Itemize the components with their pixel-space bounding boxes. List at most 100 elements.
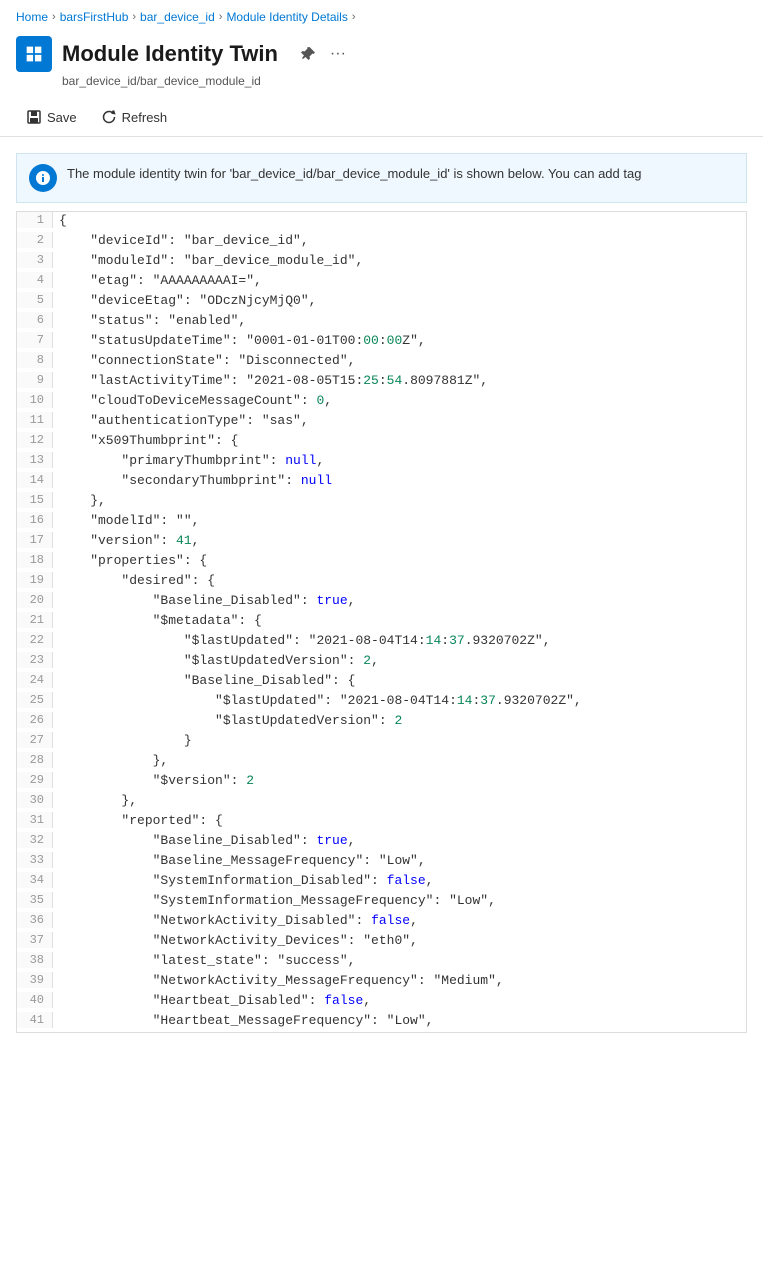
code-line: 21 "$metadata": { (17, 612, 746, 632)
code-editor[interactable]: 1{2 "deviceId": "bar_device_id",3 "modul… (16, 211, 747, 1033)
line-content: "Heartbeat_Disabled": false, (53, 992, 746, 1009)
line-content: "Baseline_Disabled": true, (53, 832, 746, 849)
line-number: 7 (17, 332, 53, 348)
code-line: 1{ (17, 212, 746, 232)
line-number: 16 (17, 512, 53, 528)
line-number: 2 (17, 232, 53, 248)
code-line: 19 "desired": { (17, 572, 746, 592)
line-number: 22 (17, 632, 53, 648)
line-number: 3 (17, 252, 53, 268)
line-content: "statusUpdateTime": "0001-01-01T00:00:00… (53, 332, 746, 349)
line-content: "$lastUpdated": "2021-08-04T14:14:37.932… (53, 632, 746, 649)
line-content: "version": 41, (53, 532, 746, 549)
info-message: The module identity twin for 'bar_device… (67, 164, 641, 184)
page-subtitle: bar_device_id/bar_device_module_id (0, 74, 763, 98)
code-line: 30 }, (17, 792, 746, 812)
line-number: 14 (17, 472, 53, 488)
line-content: { (53, 212, 746, 229)
page-title: Module Identity Twin (62, 41, 278, 67)
code-line: 18 "properties": { (17, 552, 746, 572)
code-line: 10 "cloudToDeviceMessageCount": 0, (17, 392, 746, 412)
line-number: 36 (17, 912, 53, 928)
line-content: "Heartbeat_MessageFrequency": "Low", (53, 1012, 746, 1029)
line-number: 18 (17, 552, 53, 568)
more-options-button[interactable]: ··· (326, 41, 350, 67)
line-number: 30 (17, 792, 53, 808)
line-number: 12 (17, 432, 53, 448)
line-number: 9 (17, 372, 53, 388)
refresh-button[interactable]: Refresh (91, 104, 178, 130)
line-number: 41 (17, 1012, 53, 1028)
header-svg-icon (23, 43, 45, 65)
line-number: 26 (17, 712, 53, 728)
line-number: 40 (17, 992, 53, 1008)
line-number: 17 (17, 532, 53, 548)
line-content: }, (53, 752, 746, 769)
line-content: "moduleId": "bar_device_module_id", (53, 252, 746, 269)
line-number: 21 (17, 612, 53, 628)
line-content: "cloudToDeviceMessageCount": 0, (53, 392, 746, 409)
line-number: 28 (17, 752, 53, 768)
line-content: "$lastUpdated": "2021-08-04T14:14:37.932… (53, 692, 746, 709)
code-line: 2 "deviceId": "bar_device_id", (17, 232, 746, 252)
save-button[interactable]: Save (16, 104, 87, 130)
code-line: 32 "Baseline_Disabled": true, (17, 832, 746, 852)
line-number: 4 (17, 272, 53, 288)
code-line: 7 "statusUpdateTime": "0001-01-01T00:00:… (17, 332, 746, 352)
code-lines: 1{2 "deviceId": "bar_device_id",3 "modul… (17, 212, 746, 1032)
breadcrumb-home[interactable]: Home (16, 10, 48, 24)
line-content: "status": "enabled", (53, 312, 746, 329)
line-number: 27 (17, 732, 53, 748)
breadcrumb-hub[interactable]: barsFirstHub (60, 10, 129, 24)
code-line: 26 "$lastUpdatedVersion": 2 (17, 712, 746, 732)
code-line: 27 } (17, 732, 746, 752)
code-line: 6 "status": "enabled", (17, 312, 746, 332)
line-content: "primaryThumbprint": null, (53, 452, 746, 469)
line-content: } (53, 732, 746, 749)
line-content: "deviceId": "bar_device_id", (53, 232, 746, 249)
line-number: 35 (17, 892, 53, 908)
line-content: "$lastUpdatedVersion": 2 (53, 712, 746, 729)
breadcrumb-device[interactable]: bar_device_id (140, 10, 215, 24)
line-content: "Baseline_MessageFrequency": "Low", (53, 852, 746, 869)
refresh-label: Refresh (122, 110, 168, 125)
code-line: 14 "secondaryThumbprint": null (17, 472, 746, 492)
code-line: 8 "connectionState": "Disconnected", (17, 352, 746, 372)
code-line: 9 "lastActivityTime": "2021-08-05T15:25:… (17, 372, 746, 392)
toolbar: Save Refresh (0, 98, 763, 137)
info-svg (35, 170, 51, 186)
line-number: 5 (17, 292, 53, 308)
code-line: 23 "$lastUpdatedVersion": 2, (17, 652, 746, 672)
code-line: 37 "NetworkActivity_Devices": "eth0", (17, 932, 746, 952)
line-number: 20 (17, 592, 53, 608)
line-number: 11 (17, 412, 53, 428)
line-content: "NetworkActivity_MessageFrequency": "Med… (53, 972, 746, 989)
pin-icon (300, 46, 316, 62)
breadcrumb-page[interactable]: Module Identity Details (226, 10, 347, 24)
line-content: "authenticationType": "sas", (53, 412, 746, 429)
line-content: "lastActivityTime": "2021-08-05T15:25:54… (53, 372, 746, 389)
code-line: 29 "$version": 2 (17, 772, 746, 792)
breadcrumb-sep-2: › (132, 11, 136, 23)
code-line: 34 "SystemInformation_Disabled": false, (17, 872, 746, 892)
breadcrumb: Home › barsFirstHub › bar_device_id › Mo… (0, 0, 763, 30)
code-line: 24 "Baseline_Disabled": { (17, 672, 746, 692)
line-content: "modelId": "", (53, 512, 746, 529)
page-header: Module Identity Twin ··· (0, 30, 763, 74)
pin-button[interactable] (296, 42, 320, 66)
line-number: 29 (17, 772, 53, 788)
code-line: 13 "primaryThumbprint": null, (17, 452, 746, 472)
line-content: }, (53, 492, 746, 509)
code-line: 33 "Baseline_MessageFrequency": "Low", (17, 852, 746, 872)
line-content: "reported": { (53, 812, 746, 829)
code-line: 31 "reported": { (17, 812, 746, 832)
code-line: 5 "deviceEtag": "ODczNjcyMjQ0", (17, 292, 746, 312)
breadcrumb-sep-3: › (219, 11, 223, 23)
code-line: 12 "x509Thumbprint": { (17, 432, 746, 452)
code-line: 11 "authenticationType": "sas", (17, 412, 746, 432)
code-line: 4 "etag": "AAAAAAAAAI=", (17, 272, 746, 292)
module-identity-twin-icon (16, 36, 52, 72)
code-line: 20 "Baseline_Disabled": true, (17, 592, 746, 612)
line-content: "latest_state": "success", (53, 952, 746, 969)
line-content: }, (53, 792, 746, 809)
